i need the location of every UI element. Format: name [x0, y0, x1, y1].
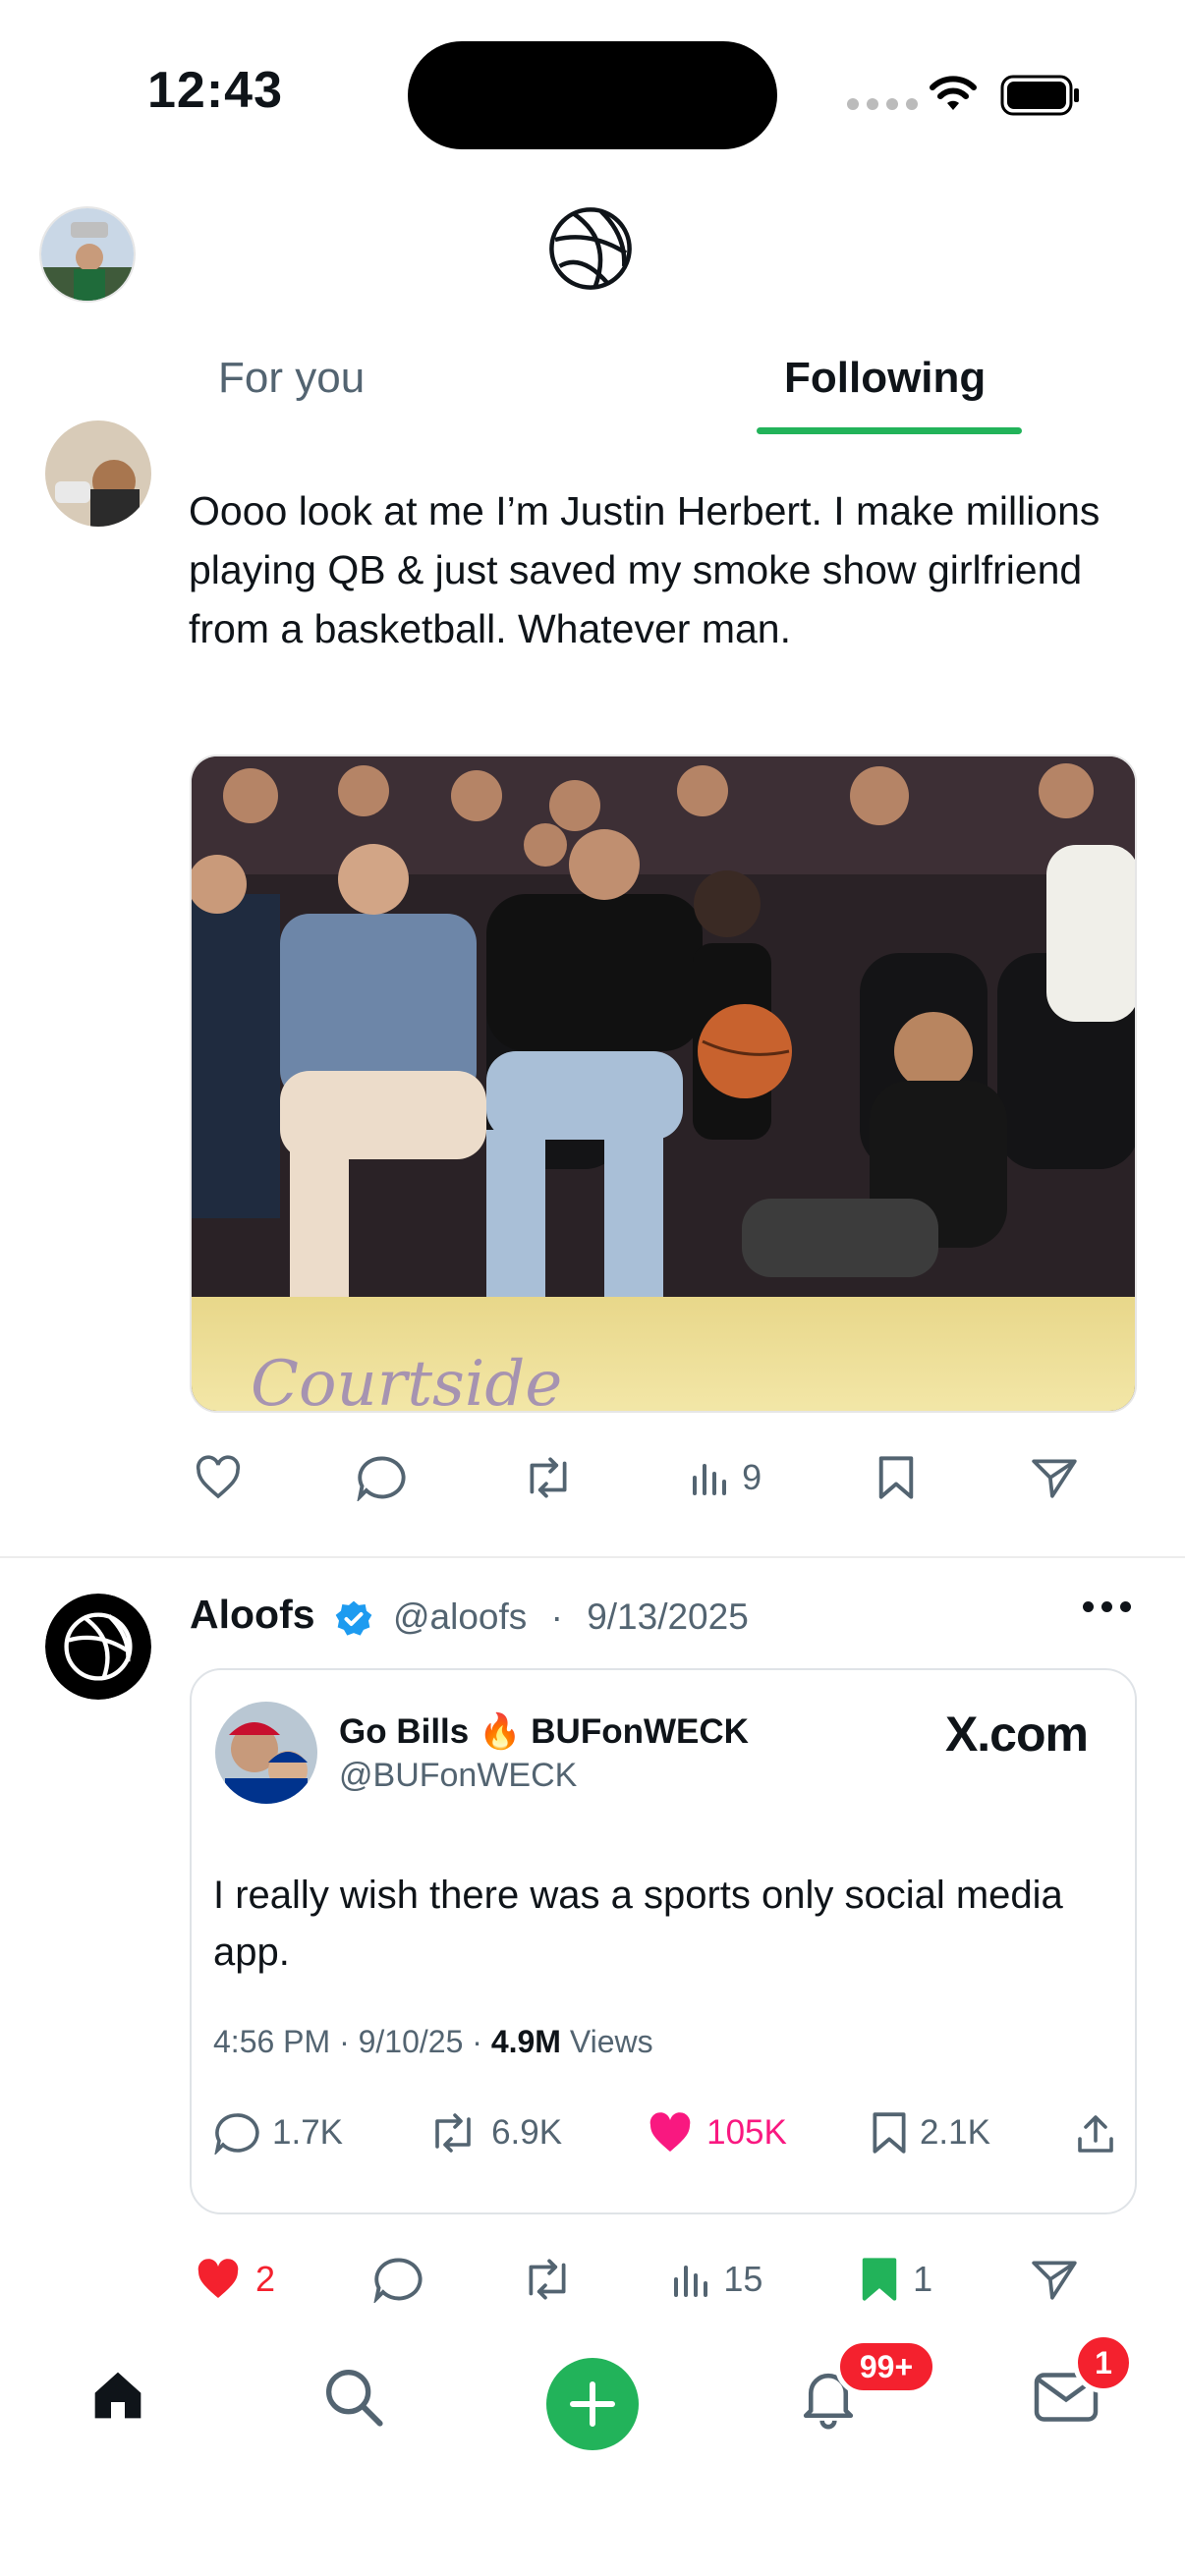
bookmark-icon — [873, 2112, 906, 2154]
views-count-label: 9 — [742, 1457, 762, 1497]
post-image[interactable]: Courtside — [190, 755, 1137, 1413]
embed-replies[interactable]: 1.7K — [213, 2111, 343, 2155]
embed-tweet-meta: 4:56 PM · 9/10/25 · 4.9M Views — [213, 2024, 653, 2060]
repost-button[interactable] — [522, 1455, 575, 1500]
views-count-label: 15 — [723, 2259, 763, 2299]
wifi-icon — [930, 76, 977, 110]
embed-author-name: Go Bills 🔥 BUFonWECK — [339, 1712, 749, 1751]
repost-icon — [529, 2259, 566, 2300]
verified-badge-icon — [335, 1600, 372, 1636]
bookmark-button[interactable]: 1 — [860, 2256, 932, 2303]
dynamic-island — [408, 41, 777, 149]
repost-icon — [530, 1457, 567, 1498]
views-count[interactable]: 9 — [689, 1457, 762, 1498]
home-icon[interactable] — [90, 2368, 145, 2423]
bookmark-filled-icon — [862, 2258, 897, 2301]
post-text: Oooo look at me I’m Justin Herbert. I ma… — [189, 488, 1100, 651]
upload-share-icon — [1078, 2115, 1113, 2153]
bookmarks-count: 1 — [913, 2259, 933, 2299]
views-chart-icon — [693, 1464, 727, 1495]
embed-bookmarks[interactable]: 2.1K — [871, 2110, 990, 2156]
embed-author-handle: @BUFonWECK — [339, 1757, 578, 1794]
post-author-handle[interactable]: @aloofs · 9/13/2025 — [393, 1596, 749, 1638]
notifications-badge: 99+ — [835, 2338, 937, 2395]
embed-reposts[interactable]: 6.9K — [426, 2111, 562, 2155]
embed-views-count: 4.9M — [490, 2024, 561, 2059]
app-logo-basketball-icon[interactable] — [546, 204, 635, 293]
repost-button[interactable] — [521, 2257, 574, 2302]
battery-icon — [1000, 75, 1079, 116]
post2-action-bar: 2 15 1 — [195, 2256, 1079, 2303]
comment-icon — [214, 2113, 259, 2155]
embed-reposts-count: 6.9K — [491, 2113, 563, 2152]
send-icon — [1032, 1459, 1077, 1498]
comment-icon — [373, 2258, 423, 2303]
post-author-avatar[interactable] — [45, 420, 151, 527]
post-author-name[interactable]: Aloofs — [190, 1592, 315, 1638]
source-x-logo: X.com — [944, 1707, 1089, 1762]
reply-button[interactable] — [372, 2256, 423, 2303]
heart-filled-icon — [198, 2259, 239, 2298]
embed-timestamp: 4:56 PM · 9/10/25 · — [213, 2024, 491, 2059]
repost-icon — [435, 2113, 471, 2153]
likes-count: 2 — [255, 2259, 276, 2299]
share-button[interactable] — [1030, 1455, 1079, 1500]
bookmark-icon — [878, 1456, 913, 1499]
like-button[interactable] — [195, 1455, 242, 1500]
tab-following[interactable]: Following — [784, 354, 986, 403]
embed-likes[interactable]: 105K — [646, 2110, 787, 2156]
share-button[interactable] — [1030, 2257, 1079, 2302]
meta-separator: · — [550, 1596, 563, 1637]
handle-text: @aloofs — [393, 1596, 528, 1637]
cellular-signal-icon — [847, 98, 918, 110]
post-author-avatar[interactable] — [45, 1594, 151, 1700]
court-logo-text: Courtside — [251, 1348, 562, 1413]
embed-share[interactable] — [1074, 2111, 1117, 2155]
embed-tweet-text: I really wish there was a sports only so… — [213, 1874, 1063, 1974]
views-chart-icon — [674, 2266, 708, 2297]
search-icon[interactable] — [322, 2366, 385, 2429]
embed-author-avatar — [215, 1702, 317, 1804]
plus-icon — [570, 2381, 615, 2427]
profile-avatar[interactable] — [39, 206, 136, 303]
embed-replies-count: 1.7K — [272, 2113, 343, 2152]
post1-action-bar: 9 — [195, 1454, 1079, 1501]
post-divider — [0, 1556, 1185, 1558]
tab-for-you[interactable]: For you — [218, 354, 365, 403]
heart-icon — [196, 1455, 241, 1499]
embed-likes-count: 105K — [706, 2113, 787, 2152]
like-button[interactable]: 2 — [195, 2257, 275, 2302]
reply-button[interactable] — [356, 1454, 407, 1501]
embed-bookmarks-count: 2.1K — [919, 2113, 990, 2152]
comment-icon — [357, 1456, 406, 1501]
embedded-tweet-card[interactable]: Go Bills 🔥 BUFonWECK @BUFonWECK X.com I … — [190, 1668, 1137, 2214]
post-date: 9/13/2025 — [587, 1596, 749, 1637]
more-options-icon[interactable] — [1083, 1601, 1131, 1612]
heart-filled-icon — [649, 2112, 691, 2152]
compose-button[interactable] — [546, 2358, 639, 2450]
status-time: 12:43 — [147, 62, 283, 119]
embed-stats-bar: 1.7K 6.9K 105K 2.1K — [213, 2110, 1117, 2156]
views-count[interactable]: 15 — [670, 2259, 762, 2300]
embed-views-label: Views — [560, 2024, 653, 2059]
send-icon — [1032, 2261, 1077, 2300]
bottom-tab-bar: 99+ 1 — [0, 2332, 1185, 2466]
bookmark-button[interactable] — [876, 1454, 916, 1501]
messages-badge: 1 — [1073, 2332, 1134, 2393]
active-tab-indicator — [757, 427, 1022, 434]
